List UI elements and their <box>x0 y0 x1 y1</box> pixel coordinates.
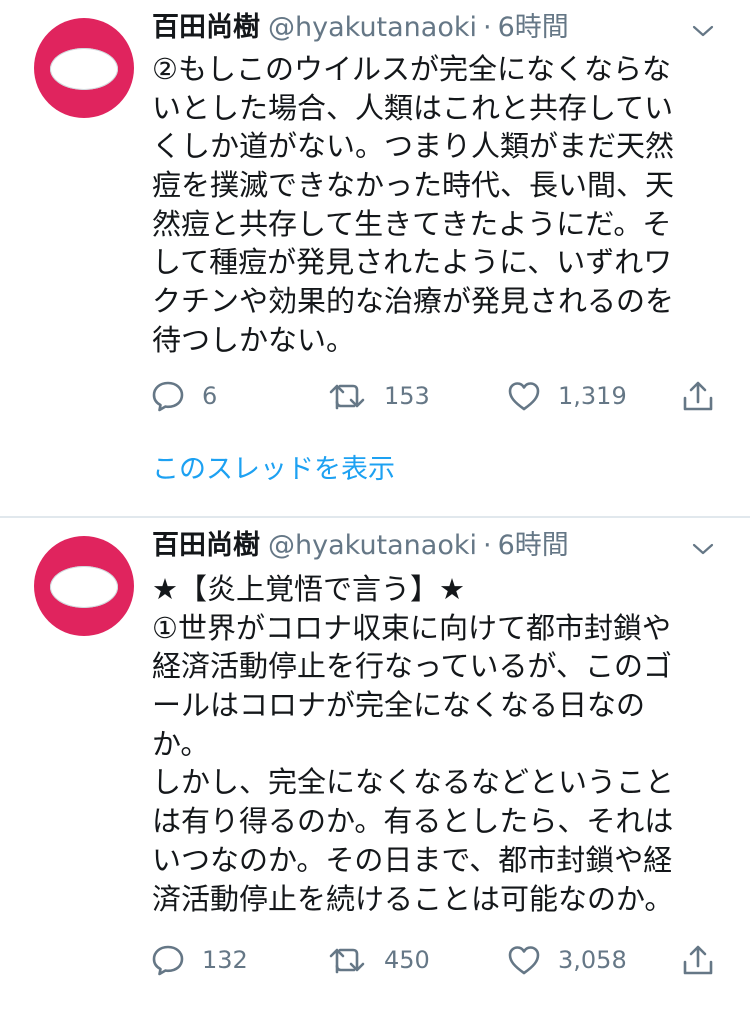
tweet-text-line: は有り得るのか。有るとしたら、それは <box>152 804 674 839</box>
tweet-text-line: くしか道がない。つまり人類がまだ天然 <box>152 129 675 164</box>
reply-icon <box>152 381 184 412</box>
tweet-text-line: 済活動停止を続けることは可能なのか。 <box>152 881 674 916</box>
tweet-actions: 132 450 3,058 <box>150 936 720 984</box>
reply-icon <box>152 945 184 976</box>
reply-count: 132 <box>202 946 248 974</box>
tweet-text-line: 痘を撲滅できなかった時代、長い間、天 <box>152 168 675 203</box>
tweet-header: 百田尚樹 @hyakutanaoki · 6時間 <box>152 10 720 46</box>
reply-button[interactable]: 6 <box>150 372 217 420</box>
show-thread-link[interactable]: このスレッドを表示 <box>152 450 395 490</box>
retweet-icon <box>329 948 365 974</box>
like-button[interactable]: 3,058 <box>506 936 627 984</box>
chevron-down-icon[interactable] <box>692 24 714 38</box>
tweet-text: ②もしこのウイルスが完全になくならな いとした場合、人類はこれと共存してい くし… <box>152 50 717 360</box>
share-icon <box>683 381 713 411</box>
tweet-text-line: か。 <box>152 726 210 761</box>
author-name[interactable]: 百田尚樹 <box>152 530 260 561</box>
retweet-count: 450 <box>384 946 430 974</box>
avatar[interactable] <box>34 18 134 118</box>
tweet-text-line: 経済活動停止を行なっているが、このゴ <box>152 649 672 684</box>
header-separator: · <box>483 12 492 43</box>
tweet-timestamp[interactable]: 6時間 <box>498 530 569 561</box>
tweet-text-line: 然痘と共存して生きてきたようにだ。そ <box>152 206 672 241</box>
retweet-icon <box>329 384 365 410</box>
tweet[interactable]: 百田尚樹 @hyakutanaoki · 6時間 ★【炎上覚悟で言う】★ ①世界がコロ… <box>0 518 750 1015</box>
author-handle[interactable]: @hyakutanaoki <box>268 530 477 561</box>
share-icon <box>683 945 713 975</box>
tweet[interactable]: 百田尚樹 @hyakutanaoki · 6時間 ②もしこのウイルスが完全になくならな… <box>0 0 750 517</box>
tweet-text-line: いつなのか。その日まで、都市封鎖や経 <box>152 842 673 877</box>
tweet-text-line: して種痘が発見されたように、いずれワ <box>152 245 673 280</box>
tweet-text-line: いとした場合、人類はこれと共存してい <box>152 90 674 125</box>
tweet-text-line: ②もしこのウイルスが完全になくならな <box>152 52 671 86</box>
reply-button[interactable]: 132 <box>150 936 248 984</box>
heart-icon <box>508 946 540 975</box>
avatar-image <box>50 48 118 90</box>
like-count: 3,058 <box>558 946 627 974</box>
reply-count: 6 <box>202 382 218 410</box>
author-name[interactable]: 百田尚樹 <box>152 12 260 43</box>
retweet-count: 153 <box>384 382 430 410</box>
chevron-down-icon[interactable] <box>692 542 714 556</box>
retweet-button[interactable]: 450 <box>328 936 430 984</box>
tweet-text-line: クチンや効果的な治療が発見されるのを <box>152 284 675 319</box>
share-button[interactable] <box>680 936 716 984</box>
share-button[interactable] <box>680 372 716 420</box>
tweet-timestamp[interactable]: 6時間 <box>498 12 569 43</box>
heart-icon <box>508 382 540 411</box>
tweet-header: 百田尚樹 @hyakutanaoki · 6時間 <box>152 528 720 564</box>
like-count: 1,319 <box>558 382 627 410</box>
like-button[interactable]: 1,319 <box>506 372 627 420</box>
tweet-text: ★【炎上覚悟で言う】★ ①世界がコロナ収束に向けて都市封鎖や 経済活動停止を行な… <box>152 570 717 918</box>
tweet-text-line: ールはコロナが完全になくなる日なの <box>152 688 646 723</box>
avatar-image <box>50 566 118 608</box>
author-handle[interactable]: @hyakutanaoki <box>268 12 477 43</box>
tweet-actions: 6 153 1,319 <box>150 372 720 420</box>
tweet-text-line: ★【炎上覚悟で言う】★ <box>152 572 465 606</box>
header-separator: · <box>483 530 492 561</box>
retweet-button[interactable]: 153 <box>328 372 430 420</box>
tweet-text-line: ①世界がコロナ収束に向けて都市封鎖や <box>152 610 671 645</box>
avatar[interactable] <box>34 536 134 636</box>
tweet-text-line: しかし、完全になくなるなどということ <box>152 765 675 800</box>
tweet-text-line: 待つしかない。 <box>152 322 356 357</box>
